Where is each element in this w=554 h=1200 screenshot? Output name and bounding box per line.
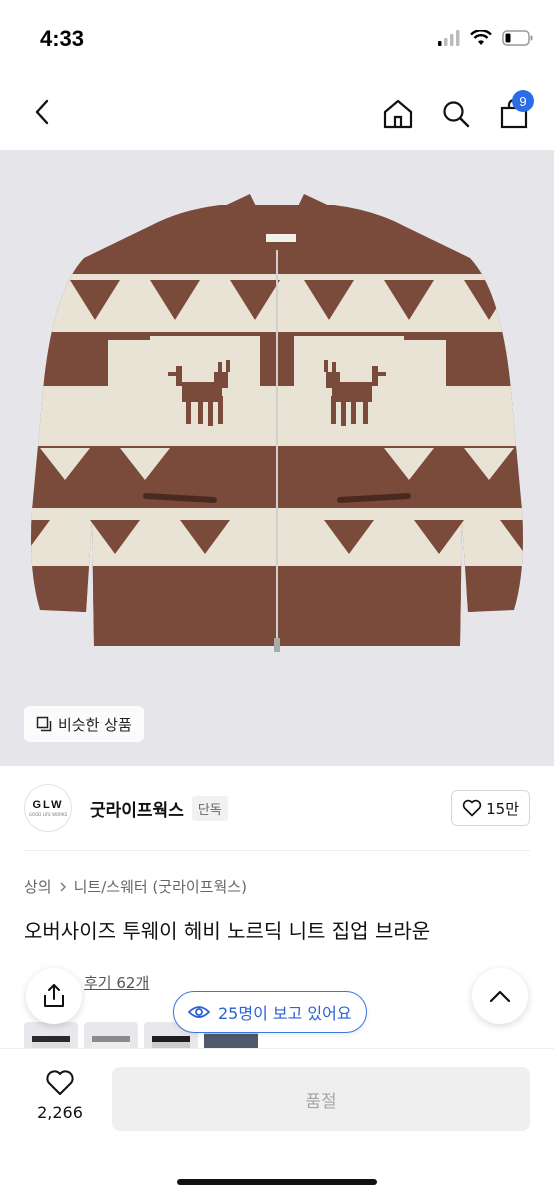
sold-out-label: 품절 <box>305 1091 337 1112</box>
search-icon <box>443 101 470 128</box>
viewers-badge: 25명이 보고 있어요 <box>173 991 367 1033</box>
share-icon <box>44 984 64 1007</box>
brand-like-count: 15만 <box>486 799 519 818</box>
cart-count-badge: 9 <box>512 90 534 112</box>
status-time: 4:33 <box>40 26 85 51</box>
chevron-right-icon <box>60 882 66 891</box>
copy-icon <box>36 716 52 732</box>
product-title: 오버사이즈 투웨이 헤비 노르딕 니트 집업 브라운 <box>24 919 431 943</box>
home-button[interactable] <box>376 92 420 136</box>
product-image[interactable]: 비슷한 상품 <box>0 150 554 766</box>
search-button[interactable] <box>434 92 478 136</box>
signal-icon <box>438 30 460 46</box>
chevron-up-icon <box>489 990 511 1003</box>
wishlist-count: 2,266 <box>37 1103 83 1122</box>
divider <box>24 850 530 851</box>
battery-icon <box>502 30 533 46</box>
heart-icon <box>462 799 482 817</box>
share-button[interactable] <box>26 968 82 1024</box>
chevron-left-icon <box>35 99 49 125</box>
wifi-icon <box>470 30 492 45</box>
bottom-bar: 2,266 품절 <box>0 1048 554 1200</box>
home-icon <box>383 99 413 129</box>
cart-button[interactable]: 9 <box>492 90 536 136</box>
eye-icon <box>188 1006 210 1018</box>
brand-like-button[interactable]: 15만 <box>451 790 530 826</box>
status-icons <box>438 30 534 46</box>
brand-row: GLW GOOD LIFE WORKS 굿라이프웍스 단독 15만 <box>24 782 530 834</box>
nav-bar: 9 <box>0 80 554 150</box>
similar-products-button[interactable]: 비슷한 상품 <box>24 706 144 742</box>
brand-name[interactable]: 굿라이프웍스 <box>90 796 184 821</box>
exclusive-badge: 단독 <box>191 795 228 821</box>
breadcrumb: 상의 니트/스웨터 (굿라이프웍스) <box>24 876 247 897</box>
wishlist-button[interactable]: 2,266 <box>24 1069 96 1122</box>
breadcrumb-category[interactable]: 니트/스웨터 (굿라이프웍스) <box>74 876 247 897</box>
breadcrumb-root[interactable]: 상의 <box>24 876 52 897</box>
viewers-label: 25명이 보고 있어요 <box>218 1004 352 1023</box>
sweater-illustration <box>31 194 523 652</box>
home-indicator <box>177 1179 377 1185</box>
brand-logo[interactable]: GLW GOOD LIFE WORKS <box>24 784 72 832</box>
brand-logo-text: GLW <box>32 799 64 811</box>
sold-out-button[interactable]: 품절 <box>112 1067 530 1131</box>
nav-actions: 9 <box>376 90 536 136</box>
review-link[interactable]: 후기 62개 <box>84 972 149 993</box>
heart-icon <box>46 1070 74 1095</box>
status-bar: 4:33 <box>0 0 554 80</box>
brand-logo-subtext: GOOD LIFE WORKS <box>28 812 68 817</box>
scroll-top-button[interactable] <box>472 968 528 1024</box>
similar-products-label: 비슷한 상품 <box>58 715 132 734</box>
back-button[interactable] <box>22 92 62 132</box>
